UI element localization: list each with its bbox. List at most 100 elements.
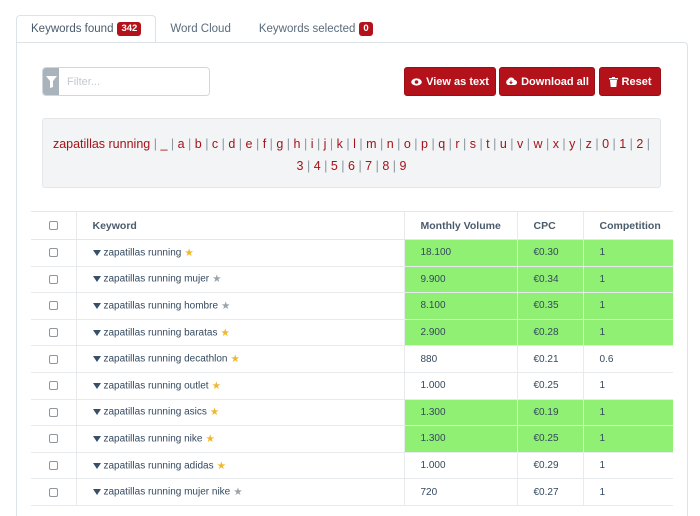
- row-select-cell: [31, 292, 76, 320]
- expand-triangle-icon[interactable]: [92, 382, 101, 389]
- letter-separator: |: [558, 137, 570, 151]
- volume-cell: 1.300: [403, 399, 517, 427]
- letter-separator: |: [184, 137, 195, 151]
- row-checkbox[interactable]: [48, 301, 58, 311]
- row-checkbox[interactable]: [48, 274, 58, 284]
- star-icon[interactable]: ★: [210, 406, 219, 418]
- tab-label: Keywords selected: [258, 23, 356, 35]
- letter-filter: zapatillas running | _ | a | b | c | d |…: [42, 118, 661, 188]
- expand-triangle-icon[interactable]: [92, 435, 101, 442]
- letter-separator: |: [643, 137, 651, 151]
- letter-separator: |: [506, 137, 518, 151]
- cpc-cell: €0.25: [516, 425, 583, 453]
- select-all-checkbox[interactable]: [48, 221, 58, 231]
- competition-cell: 1: [582, 292, 673, 320]
- keyword-cell: zapatillas running decathlon ★: [75, 345, 404, 373]
- volume-header[interactable]: Monthly Volume: [403, 211, 517, 240]
- letter-filter-item[interactable]: 3: [297, 159, 304, 173]
- filter-input[interactable]: [59, 68, 209, 95]
- letter-filter-item[interactable]: n: [387, 137, 394, 151]
- row-select-cell: [31, 319, 76, 347]
- star-icon[interactable]: ★: [233, 486, 242, 498]
- expand-triangle-icon[interactable]: [92, 462, 101, 469]
- tab-keywords-found[interactable]: Keywords found 342: [16, 15, 157, 43]
- cpc-cell: €0.19: [516, 399, 583, 427]
- letter-separator: |: [410, 137, 422, 151]
- star-icon[interactable]: ★: [220, 327, 229, 339]
- letter-filter-item[interactable]: 9: [399, 159, 406, 173]
- keyword-header[interactable]: Keyword: [75, 211, 404, 240]
- competition-cell: 1: [582, 478, 673, 506]
- letter-filter-item[interactable]: u: [500, 137, 507, 151]
- tab-keywords-selected[interactable]: Keywords selected 0: [245, 15, 387, 43]
- competition-cell: 1: [582, 319, 673, 347]
- letter-filter-item[interactable]: o: [404, 137, 411, 151]
- table-row: zapatillas running outlet ★ 1.000 €0.25 1: [31, 372, 673, 400]
- row-select-cell: [31, 239, 76, 267]
- row-checkbox[interactable]: [48, 381, 58, 391]
- star-icon[interactable]: ★: [217, 460, 226, 472]
- letter-filter-item[interactable]: m: [366, 137, 376, 151]
- filter-box: [42, 67, 210, 96]
- star-icon[interactable]: ★: [212, 273, 221, 285]
- star-icon[interactable]: ★: [230, 353, 239, 365]
- expand-triangle-icon[interactable]: [92, 356, 101, 363]
- cpc-header[interactable]: CPC: [516, 211, 583, 240]
- table-row: zapatillas running mujer nike ★ 720 €0.27 1: [31, 478, 673, 506]
- letter-filter-item[interactable]: b: [195, 137, 202, 151]
- row-checkbox[interactable]: [48, 460, 58, 470]
- table-row: zapatillas running hombre ★ 8.100 €0.35 1: [31, 292, 673, 320]
- button-label: Reset: [621, 75, 652, 88]
- expand-triangle-icon[interactable]: [92, 409, 101, 416]
- star-icon[interactable]: ★: [184, 247, 193, 259]
- reset-button[interactable]: Reset: [599, 67, 661, 96]
- letter-filter-seed[interactable]: zapatillas running: [53, 137, 150, 151]
- volume-cell: 1.000: [403, 372, 517, 400]
- letter-separator: |: [445, 137, 456, 151]
- filter-button[interactable]: [43, 68, 59, 95]
- expand-triangle-icon[interactable]: [92, 249, 101, 256]
- volume-cell: 9.900: [403, 266, 517, 294]
- star-icon[interactable]: ★: [205, 433, 214, 445]
- letter-separator: |: [523, 137, 534, 151]
- letter-filter-item[interactable]: 4: [314, 159, 321, 173]
- expand-triangle-icon[interactable]: [92, 489, 101, 496]
- star-icon[interactable]: ★: [221, 300, 230, 312]
- expand-triangle-icon[interactable]: [92, 302, 101, 309]
- tab-label: Word Cloud: [170, 23, 231, 35]
- letter-filter-item[interactable]: w: [533, 137, 542, 151]
- button-label: View as text: [426, 75, 489, 88]
- letter-separator: |: [252, 137, 263, 151]
- row-checkbox[interactable]: [48, 434, 58, 444]
- letter-filter-item[interactable]: 5: [331, 159, 338, 173]
- star-icon[interactable]: ★: [212, 380, 221, 392]
- letter-separator: |: [489, 137, 500, 151]
- cpc-cell: €0.21: [516, 345, 583, 373]
- expand-triangle-icon[interactable]: [92, 329, 101, 336]
- keyword-cell: zapatillas running asics ★: [75, 399, 404, 427]
- download-all-button[interactable]: Download all: [499, 67, 595, 96]
- count-badge: 342: [117, 22, 142, 36]
- row-checkbox[interactable]: [48, 487, 58, 497]
- row-select-cell: [31, 399, 76, 427]
- row-checkbox[interactable]: [48, 354, 58, 364]
- letter-separator: |: [303, 159, 314, 173]
- tab-bar: Keywords found 342 Word Cloud Keywords s…: [16, 15, 387, 43]
- letter-filter-item[interactable]: 0: [602, 137, 609, 151]
- row-checkbox[interactable]: [48, 327, 58, 337]
- letter-filter-item[interactable]: a: [178, 137, 185, 151]
- row-checkbox[interactable]: [48, 407, 58, 417]
- keyword-text: zapatillas running decathlon: [103, 353, 228, 365]
- keyword-text: zapatillas running: [103, 247, 182, 259]
- letter-filter-item[interactable]: p: [421, 137, 428, 151]
- expand-triangle-icon[interactable]: [92, 276, 101, 283]
- letter-separator: |: [376, 137, 387, 151]
- competition-header[interactable]: Competition: [582, 211, 673, 240]
- keyword-cell: zapatillas running hombre ★: [75, 292, 404, 320]
- row-checkbox[interactable]: [48, 248, 58, 258]
- letter-filter-item[interactable]: 6: [348, 159, 355, 173]
- tab-word-cloud[interactable]: Word Cloud: [156, 15, 245, 43]
- view-as-text-button[interactable]: View as text: [404, 67, 496, 96]
- table-row: zapatillas running mujer ★ 9.900 €0.34 1: [31, 266, 673, 294]
- letter-separator: |: [591, 137, 603, 151]
